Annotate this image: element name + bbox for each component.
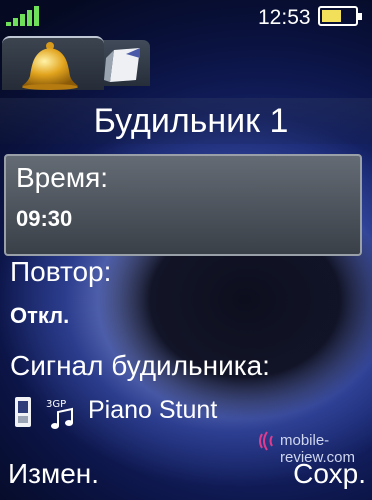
time-label: Время: [16,162,109,193]
status-time: 12:53 [258,6,311,29]
alarm-bell-icon [22,42,78,90]
signal-strength-icon [6,6,46,26]
watermark: mobile-review.com [256,430,366,466]
time-field[interactable]: Время: 09:30 [4,154,362,256]
page-title: Будильник 1 [0,98,372,144]
battery-icon [318,6,362,26]
signal-value: Piano Stunt [88,396,218,424]
status-bar: 12:53 [0,0,372,34]
time-value: 09:30 [16,206,73,231]
phone-memory-icon [12,396,34,428]
save-softkey[interactable]: Сохр. [293,458,366,490]
repeat-value: Откл. [10,303,70,328]
3gp-music-icon: 3GP [44,396,78,430]
battery-fill [322,10,341,22]
tab-alarm[interactable] [2,36,104,90]
signal-label[interactable]: Сигнал будильника: [10,350,270,382]
edit-softkey[interactable]: Измен. [8,458,99,490]
watermark-waves-icon [259,431,273,451]
3gp-text: 3GP [46,399,66,410]
repeat-label[interactable]: Повтор: [10,256,111,288]
